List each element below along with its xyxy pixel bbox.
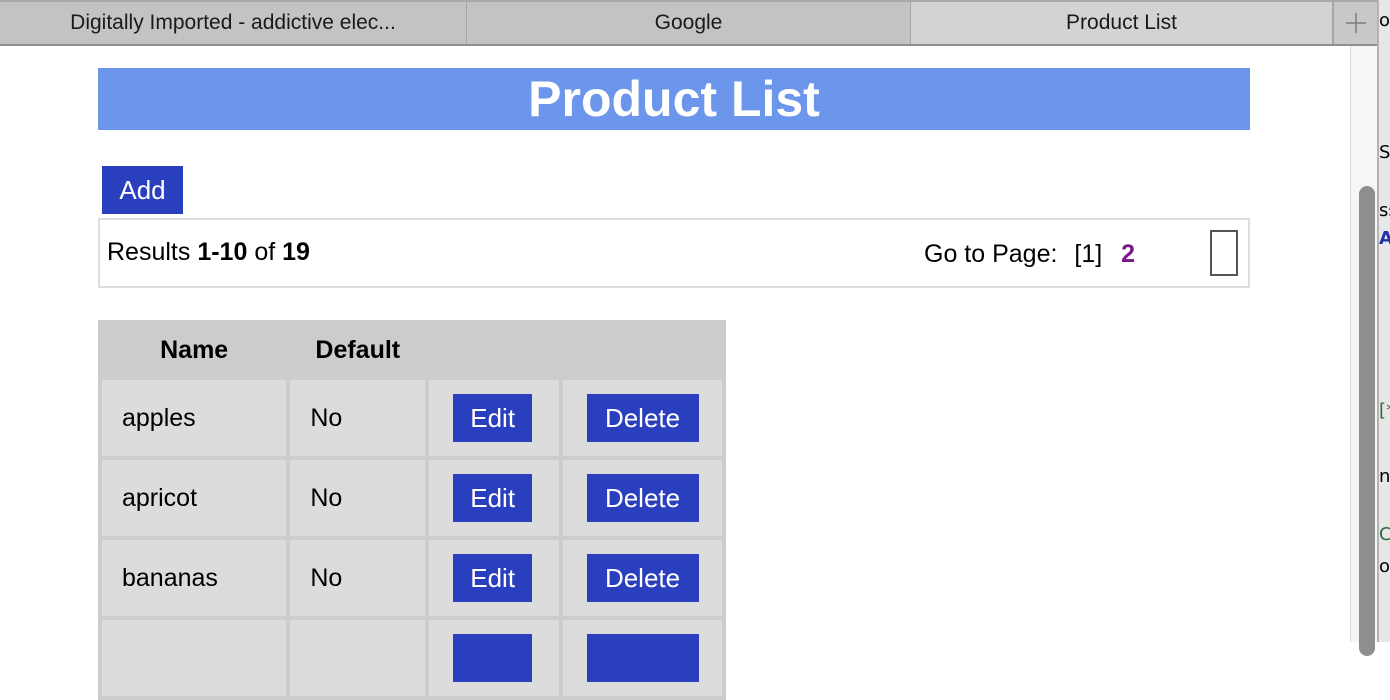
edit-cell: Edit bbox=[429, 380, 559, 456]
results-of: of bbox=[254, 238, 276, 266]
edit-button[interactable]: Edit bbox=[453, 554, 533, 602]
background-text-fragment: [* bbox=[1379, 400, 1390, 421]
page-header: Product List bbox=[98, 68, 1250, 130]
results-range: 1-10 bbox=[197, 238, 248, 266]
page-title: Product List bbox=[528, 71, 820, 127]
product-name: bananas bbox=[102, 540, 287, 616]
table-row bbox=[102, 620, 722, 696]
delete-cell: Delete bbox=[562, 380, 722, 456]
vertical-scrollbar[interactable] bbox=[1350, 46, 1377, 656]
table-row: apricot No Edit Delete bbox=[102, 460, 722, 536]
background-text-fragment: AA bbox=[1379, 228, 1390, 249]
background-text-fragment: Co bbox=[1379, 524, 1390, 545]
background-window-edge: o Sp ss AA [* ne Co on bbox=[1377, 0, 1390, 642]
edit-cell bbox=[429, 620, 559, 696]
tab-google[interactable]: Google bbox=[467, 2, 911, 44]
pagination: Go to Page: [1] 2 bbox=[924, 240, 1135, 269]
edit-button[interactable]: Edit bbox=[453, 394, 533, 442]
column-header-delete bbox=[562, 324, 722, 376]
background-text-fragment: Sp bbox=[1379, 142, 1390, 163]
delete-cell: Delete bbox=[562, 540, 722, 616]
background-text-fragment: on bbox=[1379, 556, 1390, 577]
delete-button[interactable]: Delete bbox=[586, 474, 699, 522]
browser-tab-bar: Digitally Imported - addictive elec... G… bbox=[0, 0, 1378, 46]
product-default: No bbox=[290, 460, 426, 536]
tab-digitally-imported[interactable]: Digitally Imported - addictive elec... bbox=[0, 2, 467, 44]
product-default: No bbox=[290, 380, 426, 456]
results-pagination-box: Results 1-10 of 19 Go to Page: [1] 2 bbox=[98, 218, 1250, 288]
table-header-row: Name Default bbox=[102, 324, 722, 376]
results-total: 19 bbox=[282, 238, 310, 266]
product-default: No bbox=[290, 540, 426, 616]
column-header-default: Default bbox=[290, 324, 426, 376]
edit-button[interactable] bbox=[453, 634, 533, 682]
table-row: apples No Edit Delete bbox=[102, 380, 722, 456]
page-number-input[interactable] bbox=[1210, 230, 1238, 276]
add-button[interactable]: Add bbox=[102, 166, 183, 214]
delete-cell bbox=[562, 620, 722, 696]
product-name bbox=[102, 620, 287, 696]
background-text-fragment: o bbox=[1379, 10, 1390, 31]
scrollbar-thumb[interactable] bbox=[1359, 186, 1375, 656]
background-text-fragment: ne bbox=[1379, 466, 1390, 487]
edit-button[interactable]: Edit bbox=[453, 474, 533, 522]
results-summary: Results 1-10 of 19 bbox=[107, 238, 310, 267]
delete-button[interactable] bbox=[586, 634, 699, 682]
background-text-fragment: ss bbox=[1379, 200, 1390, 221]
column-header-edit bbox=[429, 324, 559, 376]
tab-product-list[interactable]: Product List bbox=[911, 2, 1333, 44]
product-name: apricot bbox=[102, 460, 287, 536]
edit-cell: Edit bbox=[429, 460, 559, 536]
delete-button[interactable]: Delete bbox=[586, 394, 699, 442]
current-page: [1] bbox=[1074, 240, 1103, 268]
product-default bbox=[290, 620, 426, 696]
results-prefix: Results bbox=[107, 238, 191, 266]
product-table: Name Default apples No Edit Delete apric… bbox=[98, 320, 726, 700]
pagination-label: Go to Page: bbox=[924, 240, 1058, 268]
delete-cell: Delete bbox=[562, 460, 722, 536]
edit-cell: Edit bbox=[429, 540, 559, 616]
delete-button[interactable]: Delete bbox=[586, 554, 699, 602]
new-tab-button[interactable] bbox=[1333, 2, 1378, 44]
product-name: apples bbox=[102, 380, 287, 456]
plus-icon bbox=[1346, 13, 1366, 33]
column-header-name: Name bbox=[102, 324, 287, 376]
page-link-2[interactable]: 2 bbox=[1121, 240, 1135, 268]
table-row: bananas No Edit Delete bbox=[102, 540, 722, 616]
